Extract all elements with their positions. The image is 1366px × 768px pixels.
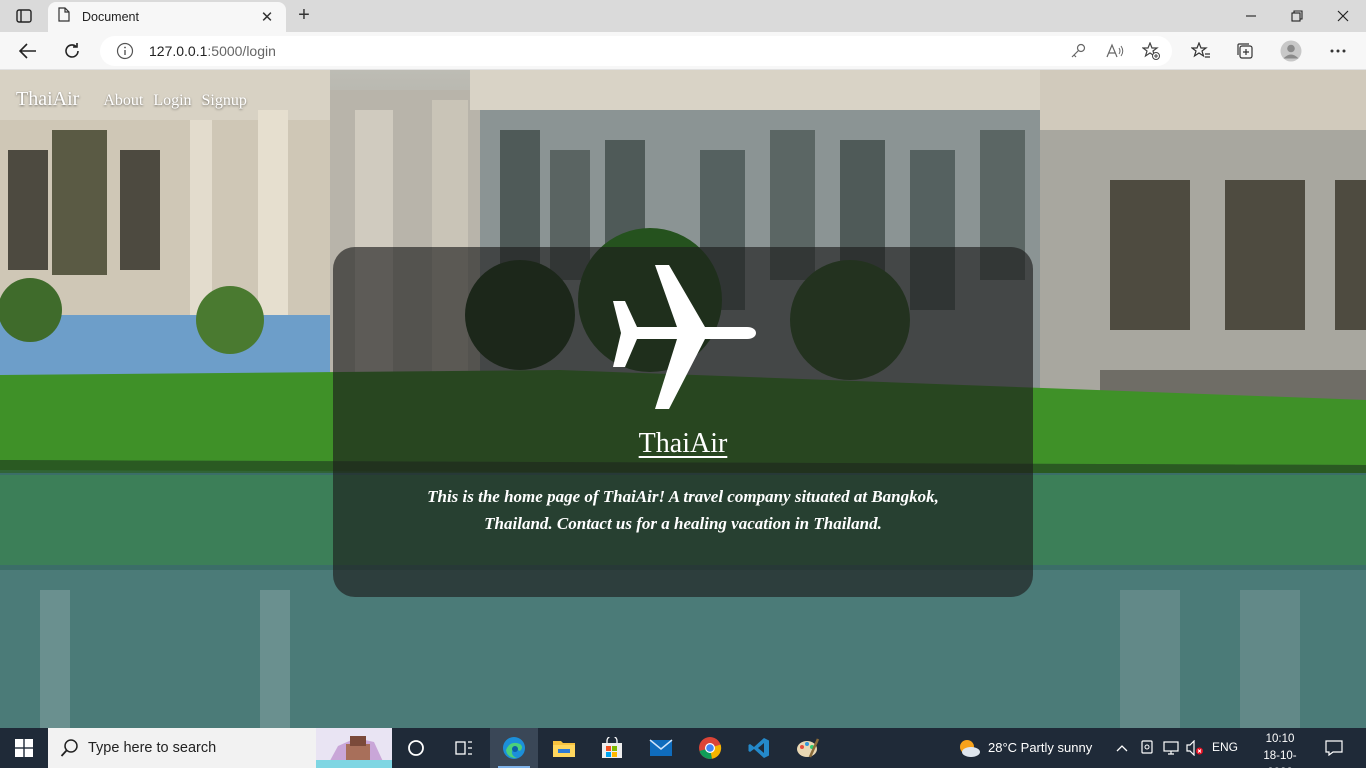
hero-title[interactable]: ThaiAir: [333, 428, 1033, 460]
settings-more-icon[interactable]: [1327, 41, 1349, 61]
edge-browser-icon[interactable]: [490, 728, 538, 768]
browser-toolbar: 127.0.0.1:5000/login: [0, 32, 1366, 70]
mail-icon[interactable]: [637, 728, 685, 768]
hero-card: ThaiAir This is the home page of ThaiAir…: [333, 247, 1033, 597]
hero-description: This is the home page of ThaiAir! A trav…: [427, 487, 939, 533]
search-icon: [60, 738, 80, 758]
windows-taskbar: Type here to search 28°C Partly sunny EN…: [0, 728, 1366, 768]
file-explorer-icon[interactable]: [540, 728, 588, 768]
search-placeholder: Type here to search: [88, 740, 217, 756]
url-path: :5000/login: [207, 43, 276, 59]
tab-actions-icon[interactable]: [10, 6, 38, 26]
nav-link-about[interactable]: About: [103, 92, 143, 110]
restore-icon[interactable]: [1274, 0, 1320, 32]
site-brand[interactable]: ThaiAir: [16, 88, 79, 111]
microsoft-store-icon[interactable]: [588, 728, 636, 768]
weather-sun-cloud-icon[interactable]: [957, 738, 981, 758]
task-view-icon[interactable]: [440, 728, 488, 768]
weather-text[interactable]: 28°C Partly sunny: [988, 740, 1092, 755]
browser-tab-bar: Document ✕ +: [0, 0, 1366, 32]
refresh-icon[interactable]: [57, 37, 87, 65]
close-tab-icon[interactable]: ✕: [258, 8, 276, 26]
paint-app-icon[interactable]: [784, 728, 832, 768]
input-language[interactable]: ENG: [1212, 740, 1238, 754]
chrome-icon[interactable]: [686, 728, 734, 768]
clock-time: 10:10: [1265, 733, 1295, 745]
notifications-icon[interactable]: [1324, 738, 1344, 758]
address-bar[interactable]: 127.0.0.1:5000/login: [100, 36, 1172, 66]
url-text: 127.0.0.1:5000/login: [149, 43, 276, 59]
cortana-icon[interactable]: [392, 728, 440, 768]
volume-muted-icon[interactable]: [1186, 738, 1204, 758]
url-host: 127.0.0.1: [149, 43, 208, 59]
meet-now-icon[interactable]: [1138, 738, 1156, 758]
collections-icon[interactable]: [1234, 41, 1256, 61]
profile-avatar-icon[interactable]: [1280, 40, 1302, 62]
site-navbar: ThaiAir About Login Signup: [16, 88, 257, 111]
chevron-up-icon[interactable]: [1113, 738, 1131, 758]
new-tab-button[interactable]: +: [292, 4, 316, 28]
close-window-icon[interactable]: [1320, 0, 1366, 32]
system-clock[interactable]: 10:10 18-10-2022: [1252, 731, 1308, 768]
nav-link-login[interactable]: Login: [153, 92, 191, 110]
vscode-icon[interactable]: [735, 728, 783, 768]
site-info-icon[interactable]: [116, 42, 134, 60]
clock-date: 18-10-2022: [1263, 750, 1297, 768]
favorites-icon[interactable]: [1190, 41, 1212, 61]
minimize-icon[interactable]: [1228, 0, 1274, 32]
taskbar-search-box[interactable]: Type here to search: [48, 728, 392, 768]
browser-tab[interactable]: Document ✕: [48, 2, 286, 32]
password-key-icon[interactable]: [1068, 42, 1088, 60]
nav-link-signup[interactable]: Signup: [202, 92, 247, 110]
windows-start-icon[interactable]: [0, 728, 48, 768]
back-arrow-icon[interactable]: [13, 37, 43, 65]
network-icon[interactable]: [1162, 738, 1180, 758]
page-icon: [58, 7, 70, 27]
search-highlight-image: [316, 728, 392, 768]
add-favorite-icon[interactable]: [1141, 42, 1161, 60]
read-aloud-icon[interactable]: [1105, 42, 1125, 60]
tab-title: Document: [82, 10, 139, 24]
airplane-icon: [613, 265, 756, 409]
page-viewport: ThaiAir About Login Signup ThaiAir This …: [0, 70, 1366, 728]
